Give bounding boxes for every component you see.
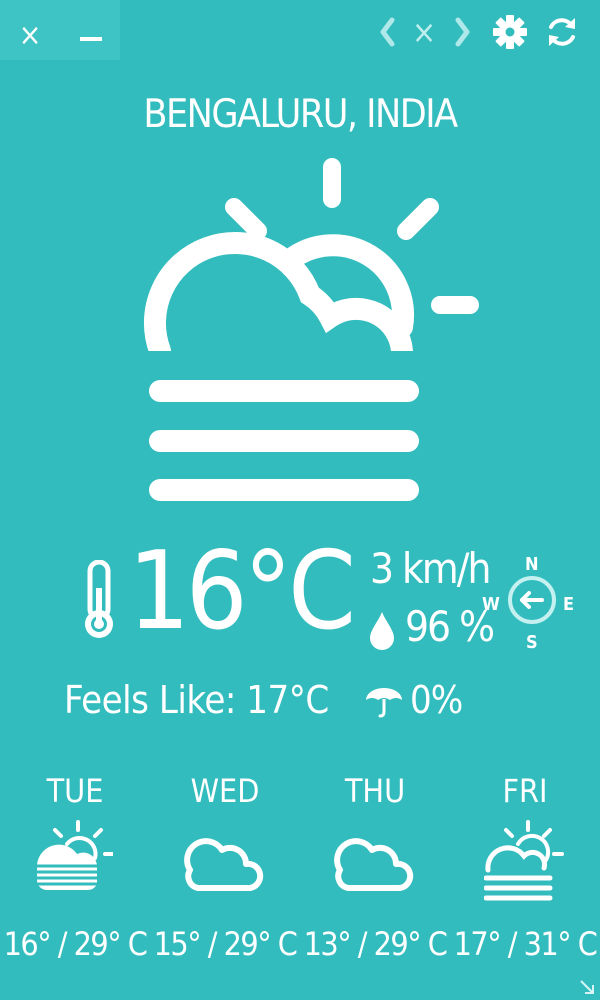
next-location-button[interactable] — [446, 14, 478, 50]
gear-icon — [493, 15, 527, 49]
forecast-temperature-range: 13° / 29° C — [303, 925, 448, 963]
forecast-day-label: FRI — [502, 772, 548, 810]
settings-button[interactable] — [492, 14, 528, 50]
forecast-day-label: TUE — [46, 772, 104, 810]
thermometer-icon — [85, 560, 113, 638]
forecast-temperature-range: 15° / 29° C — [153, 925, 298, 963]
chevron-left-icon — [380, 17, 395, 47]
cloud-icon — [184, 838, 264, 891]
remove-location-button[interactable]: × — [408, 13, 440, 51]
minimize-button[interactable] — [72, 18, 108, 54]
precipitation-chance: 0% — [410, 678, 463, 722]
city-name: BENGALURU, INDIA — [143, 92, 458, 137]
refresh-button[interactable] — [544, 14, 580, 50]
close-button[interactable]: × — [12, 18, 48, 54]
umbrella-icon — [366, 688, 402, 718]
compass-west-label: W — [482, 594, 500, 615]
forecast-day-label: WED — [190, 772, 260, 810]
forecast-day-label: THU — [344, 772, 406, 810]
humidity-drop-icon — [370, 612, 394, 650]
refresh-icon — [549, 18, 575, 46]
sun-behind-cloud-fog-icon — [143, 158, 479, 501]
compass-north-label: N — [525, 554, 539, 575]
sun-behind-cloud-fog-icon — [33, 820, 113, 891]
forecast-temperature-range: 16° / 29° C — [3, 925, 148, 963]
wind-speed: 3 km/h — [370, 544, 491, 593]
compass-south-label: S — [526, 632, 538, 653]
compass-east-label: E — [563, 594, 575, 615]
chevron-right-icon — [455, 17, 470, 47]
cloud-icon — [334, 838, 414, 891]
sun-behind-cloud-fog-icon — [484, 820, 564, 901]
prev-location-button[interactable] — [372, 14, 404, 50]
resize-grip-icon[interactable] — [578, 978, 596, 996]
forecast-temperature-range: 17° / 31° C — [453, 925, 598, 963]
feels-like: Feels Like: 17°C — [64, 678, 329, 722]
wind-compass: N E S W — [480, 552, 580, 653]
current-temperature: 16°C — [128, 529, 356, 654]
